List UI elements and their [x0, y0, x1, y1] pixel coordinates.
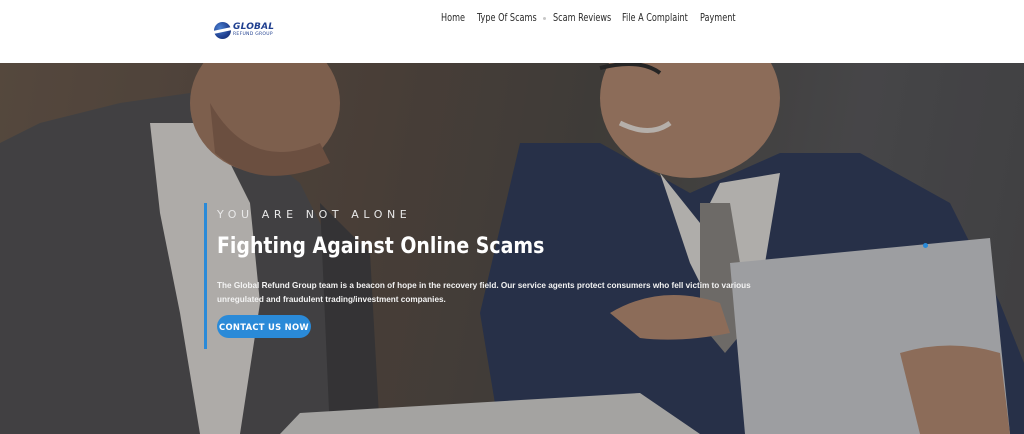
logo-wordmark: GLOBAL REFUND GROUP — [233, 21, 275, 38]
hero-title: Fighting Against Online Scams — [217, 234, 545, 259]
nav-payment[interactable]: Payment — [700, 12, 736, 24]
nav-file-a-complaint[interactable]: File A Complaint — [622, 12, 689, 24]
nav-home[interactable]: Home — [441, 12, 472, 24]
hero-banner: YOU ARE NOT ALONE Fighting Against Onlin… — [0, 63, 1024, 434]
contact-us-button[interactable]: CONTACT US NOW — [217, 315, 311, 338]
logo-sub-text: REFUND GROUP — [233, 31, 273, 37]
hero-eyebrow: YOU ARE NOT ALONE — [217, 208, 412, 221]
nav-scam-reviews[interactable]: Scam Reviews — [553, 12, 612, 24]
nav-type-of-scams[interactable]: Type Of Scams — [477, 12, 537, 24]
hero-description: The Global Refund Group team is a beacon… — [217, 281, 751, 304]
hero-accent-line — [204, 203, 207, 349]
site-header: GLOBAL REFUND GROUP Home Type Of Scams S… — [0, 0, 1024, 63]
slider-indicator-dot[interactable] — [923, 243, 928, 248]
logo-main-text: GLOBAL — [233, 21, 275, 32]
dropdown-indicator-icon — [543, 16, 546, 20]
site-logo[interactable]: GLOBAL REFUND GROUP — [214, 21, 280, 39]
globe-logo-icon — [214, 21, 231, 39]
main-nav: Home Type Of Scams Scam Reviews File A C… — [441, 11, 740, 25]
